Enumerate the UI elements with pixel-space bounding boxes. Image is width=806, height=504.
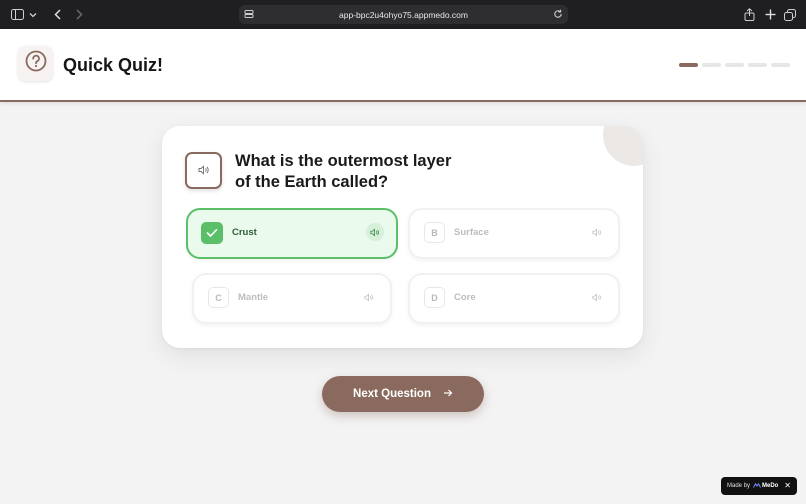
arrow-right-icon (443, 388, 453, 400)
medo-logo-icon (753, 482, 761, 490)
close-icon[interactable]: ✕ (784, 481, 791, 490)
progress-step (679, 63, 698, 67)
progress-step (771, 63, 790, 67)
page-title: Quick Quiz! (63, 55, 164, 75)
quiz-card: What is the outermost layer of the Earth… (162, 126, 643, 348)
chevron-down-icon[interactable] (28, 6, 38, 23)
answer-label: Core (454, 292, 476, 303)
reload-icon[interactable] (553, 9, 563, 19)
forward-icon[interactable] (71, 6, 87, 23)
progress-step (702, 63, 721, 67)
answer-label: Surface (454, 227, 489, 238)
question-text: What is the outermost layer of the Earth… (235, 152, 452, 191)
answer-letter: B (424, 222, 445, 243)
answer-label: Crust (232, 227, 257, 238)
speaker-icon[interactable] (588, 288, 606, 306)
address-bar[interactable]: app-bpc2u4ohyo75.appmedo.com (239, 5, 568, 24)
tab-overview-icon[interactable] (783, 6, 797, 23)
check-icon (201, 222, 223, 244)
logo (18, 46, 53, 81)
progress-step (748, 63, 767, 67)
site-settings-icon[interactable] (244, 9, 254, 19)
card-decoration (603, 126, 643, 166)
made-by-badge[interactable]: Made by MeDo ✕ (721, 477, 797, 495)
speaker-icon (198, 162, 210, 180)
speaker-icon[interactable] (366, 223, 384, 241)
question-circle-icon (25, 50, 47, 77)
answer-letter: C (208, 287, 229, 308)
answer-label: Mantle (238, 292, 269, 303)
progress-step (725, 63, 744, 67)
new-tab-icon[interactable] (763, 6, 777, 23)
share-icon[interactable] (742, 6, 756, 23)
browser-toolbar: app-bpc2u4ohyo75.appmedo.com (0, 0, 806, 29)
sidebar-toggle-icon[interactable] (10, 6, 24, 23)
answer-letter: D (424, 287, 445, 308)
url-text: app-bpc2u4ohyo75.appmedo.com (338, 9, 468, 20)
badge-brand: MeDo (753, 482, 778, 490)
next-button-label: Next Question (353, 388, 431, 400)
back-icon[interactable] (50, 6, 66, 23)
speaker-icon[interactable] (588, 223, 606, 241)
answer-option-c[interactable]: C Mantle (192, 273, 392, 324)
answer-option-b[interactable]: B Surface (408, 208, 620, 259)
answer-option-d[interactable]: D Core (408, 273, 620, 324)
answer-option-a[interactable]: Crust (186, 208, 398, 259)
speaker-icon[interactable] (360, 288, 378, 306)
quiz-progress (679, 63, 790, 67)
badge-made-by: Made by (727, 483, 751, 489)
question-audio-button[interactable] (185, 152, 222, 189)
app-header: Quick Quiz! (0, 29, 806, 102)
next-question-button[interactable]: Next Question (322, 376, 484, 412)
